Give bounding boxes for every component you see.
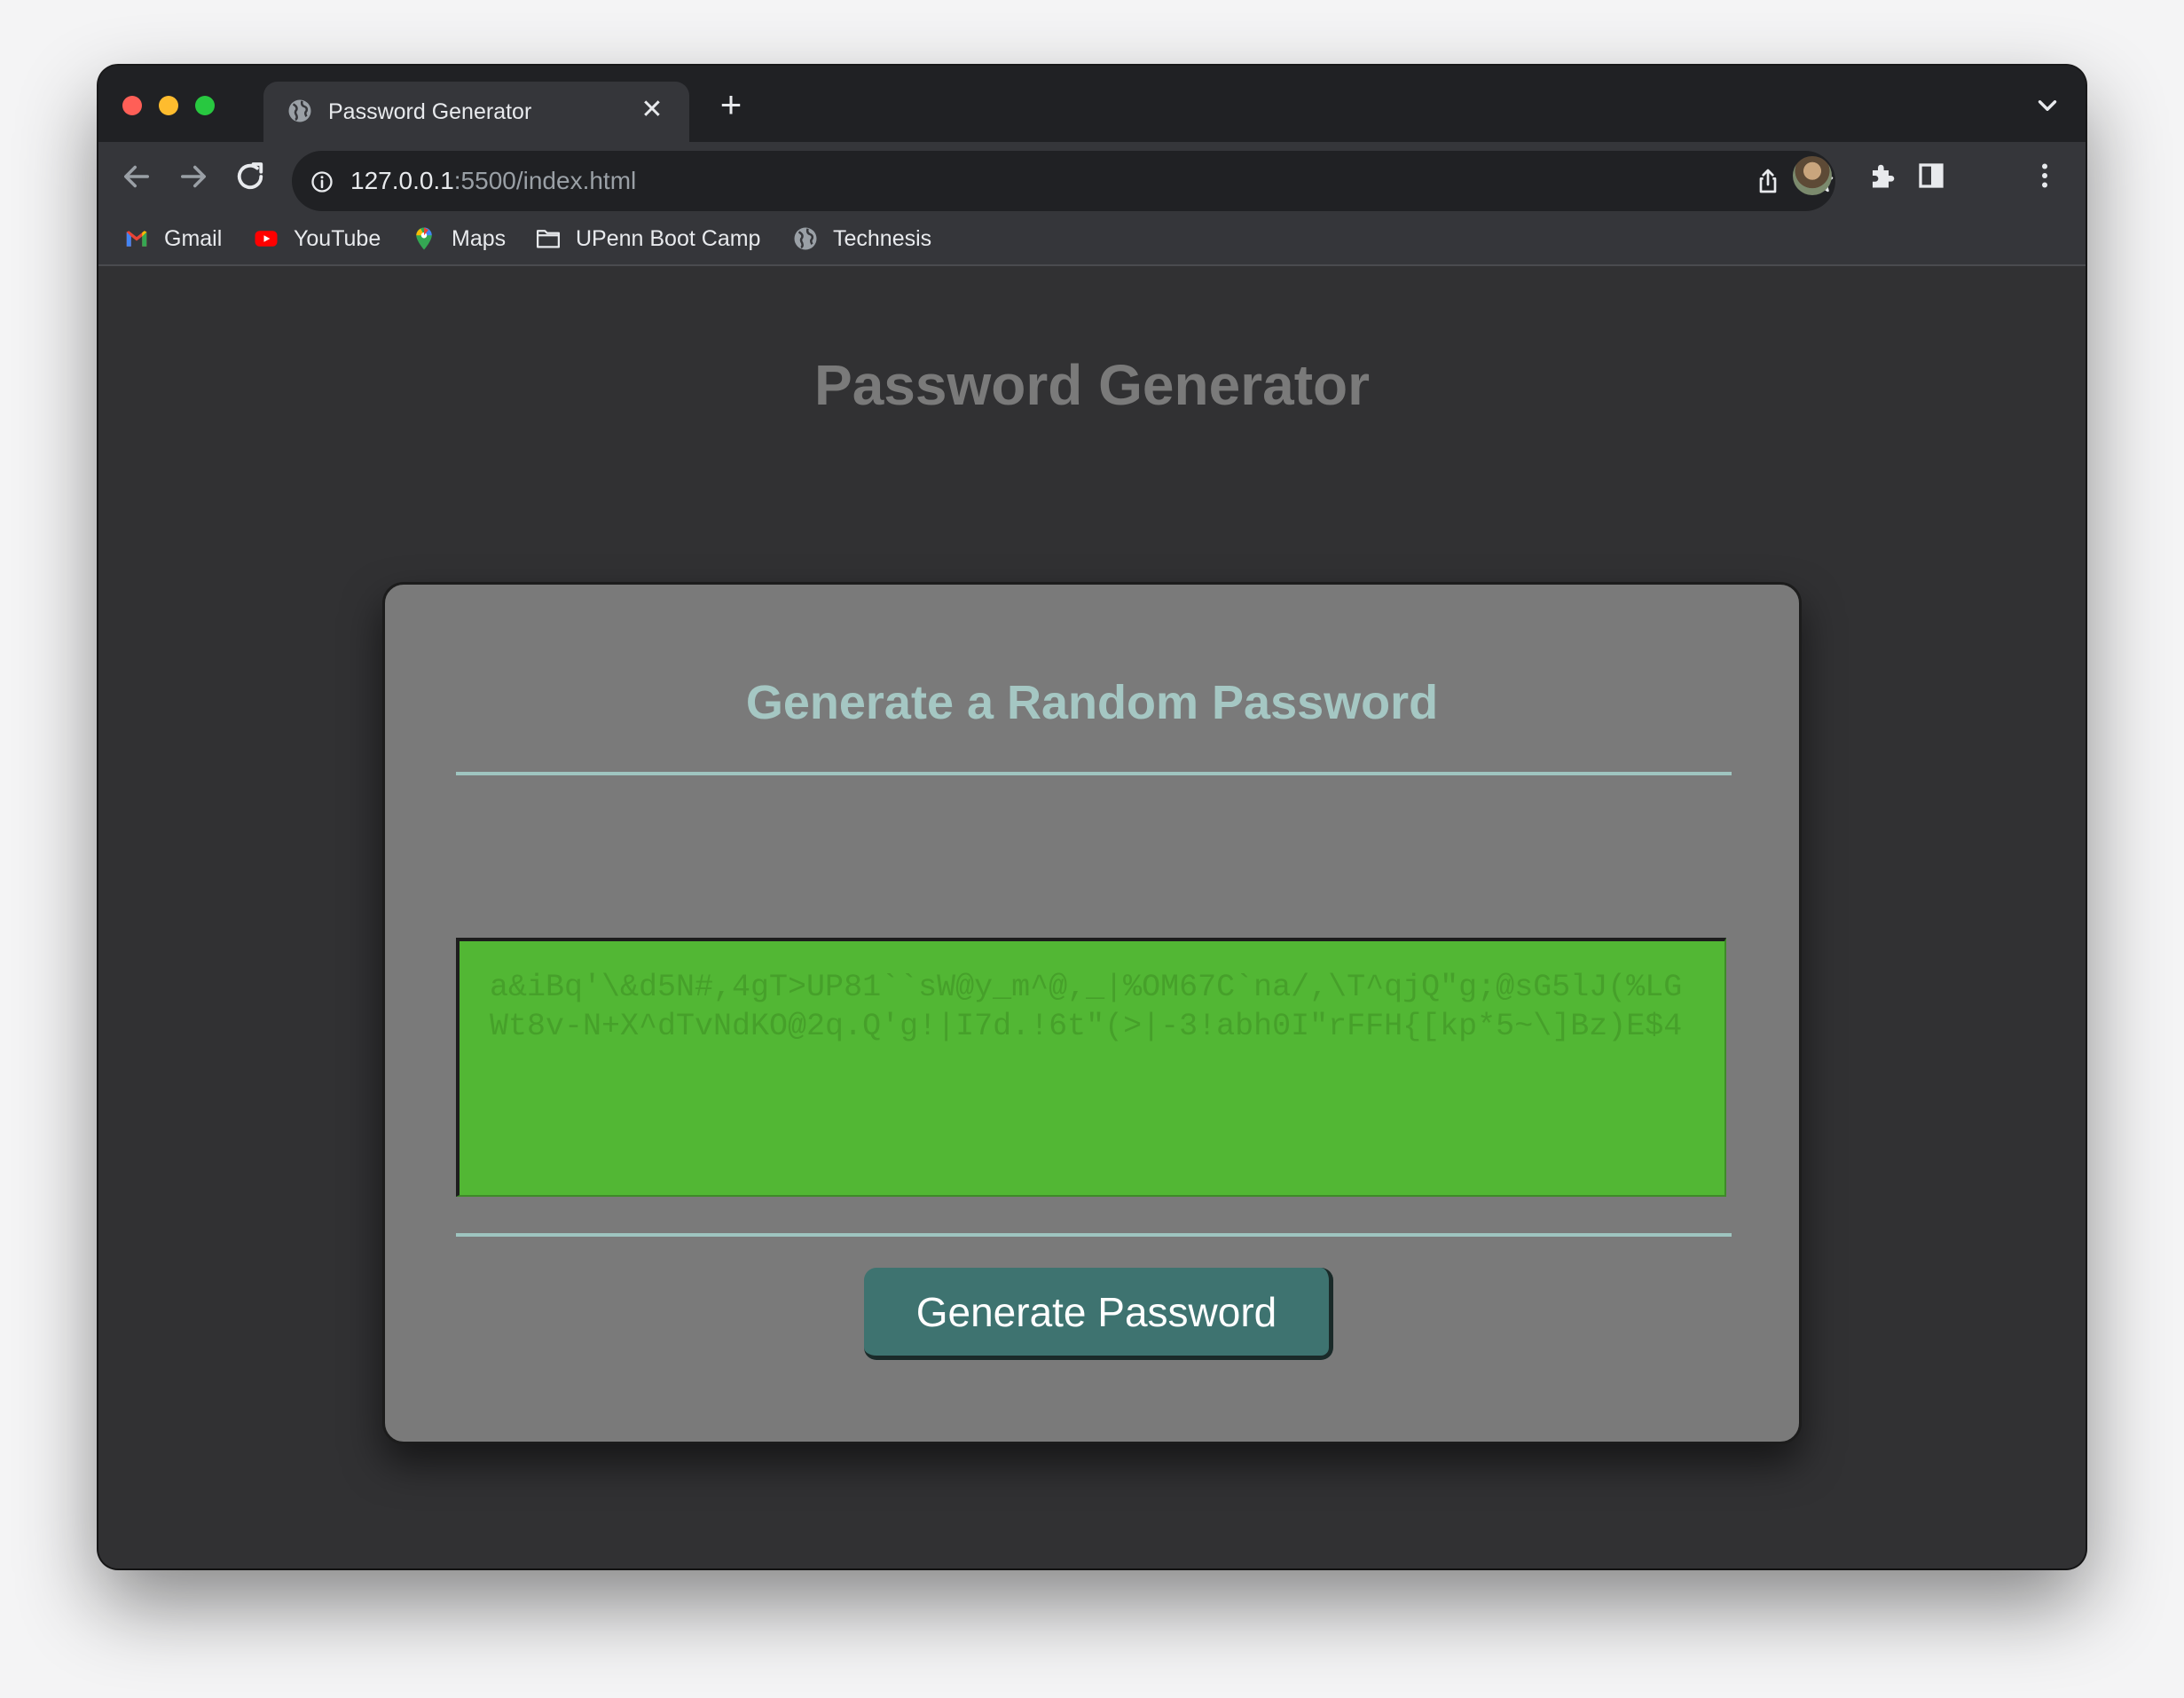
globe-icon xyxy=(794,227,817,250)
minimize-window-button[interactable] xyxy=(159,96,178,115)
bookmark-upenn-boot-camp[interactable]: UPenn Boot Camp xyxy=(535,222,760,255)
maps-icon xyxy=(416,227,432,250)
extensions-puzzle-icon[interactable] xyxy=(1867,160,1899,192)
forward-arrow-icon[interactable] xyxy=(175,158,212,195)
youtube-icon xyxy=(255,231,278,247)
address-url: 127.0.0.1:5500/index.html xyxy=(350,167,636,195)
url-host: 127.0.0.1 xyxy=(350,167,454,194)
generated-password: a&iBq'\&d5N#,4gT>UP81``sW@y_m^@,_|%OM67C… xyxy=(490,970,1683,1044)
card-title: Generate a Random Password xyxy=(745,676,1439,729)
generate-password-button[interactable]: Generate Password xyxy=(864,1268,1333,1360)
close-window-button[interactable] xyxy=(122,96,142,115)
bookmark-label: Gmail xyxy=(164,225,223,251)
address-bar[interactable]: 127.0.0.1:5500/index.html xyxy=(292,151,1835,211)
bookmark-label: YouTube xyxy=(294,225,381,251)
reload-icon[interactable] xyxy=(232,158,269,195)
side-panel-icon[interactable] xyxy=(1915,160,1947,192)
bookmark-youtube[interactable]: YouTube xyxy=(253,222,381,255)
password-card: Generate a Random Password a&iBq'\&d5N#,… xyxy=(382,582,1802,1444)
bookmarks-bar: Gmail YouTube Maps UPenn Boot Camp Techn… xyxy=(98,211,2086,266)
password-textarea[interactable]: a&iBq'\&d5N#,4gT>UP81``sW@y_m^@,_|%OM67C… xyxy=(456,938,1726,1197)
profile-avatar[interactable] xyxy=(1793,156,1832,195)
new-tab-button[interactable]: + xyxy=(711,85,751,126)
url-path: :5500/index.html xyxy=(453,167,637,194)
maximize-window-button[interactable] xyxy=(195,96,215,115)
more-menu-icon[interactable] xyxy=(2029,160,2061,192)
globe-icon xyxy=(288,99,311,122)
close-tab-icon[interactable]: ✕ xyxy=(636,94,668,126)
tab-password-generator[interactable]: Password Generator ✕ xyxy=(263,82,689,142)
bookmark-technesis[interactable]: Technesis xyxy=(792,222,931,255)
tab-title: Password Generator xyxy=(328,99,532,124)
card-footer-divider xyxy=(456,1233,1732,1237)
gmail-icon xyxy=(126,231,147,247)
folder-icon xyxy=(537,230,560,248)
site-info-icon[interactable] xyxy=(310,169,334,194)
card-header-divider xyxy=(456,772,1732,775)
back-arrow-icon[interactable] xyxy=(118,158,155,195)
bookmark-maps[interactable]: Maps xyxy=(411,222,506,255)
bookmark-gmail[interactable]: Gmail xyxy=(123,222,222,255)
tab-strip: Password Generator ✕ + xyxy=(98,66,2086,142)
browser-toolbar: 127.0.0.1:5500/index.html xyxy=(98,142,2086,211)
page-viewport: Password Generator Generate a Random Pas… xyxy=(98,266,2086,1568)
page-title: Password Generator xyxy=(814,353,1370,417)
bookmark-label: Maps xyxy=(452,225,507,251)
bookmark-label: Technesis xyxy=(833,225,932,251)
share-icon[interactable] xyxy=(1754,167,1782,195)
bookmark-label: UPenn Boot Camp xyxy=(576,225,761,251)
tab-search-chevron-down-icon[interactable] xyxy=(2032,90,2062,121)
browser-window: Password Generator ✕ + 127.0.0.1:5500/in… xyxy=(98,66,2086,1568)
